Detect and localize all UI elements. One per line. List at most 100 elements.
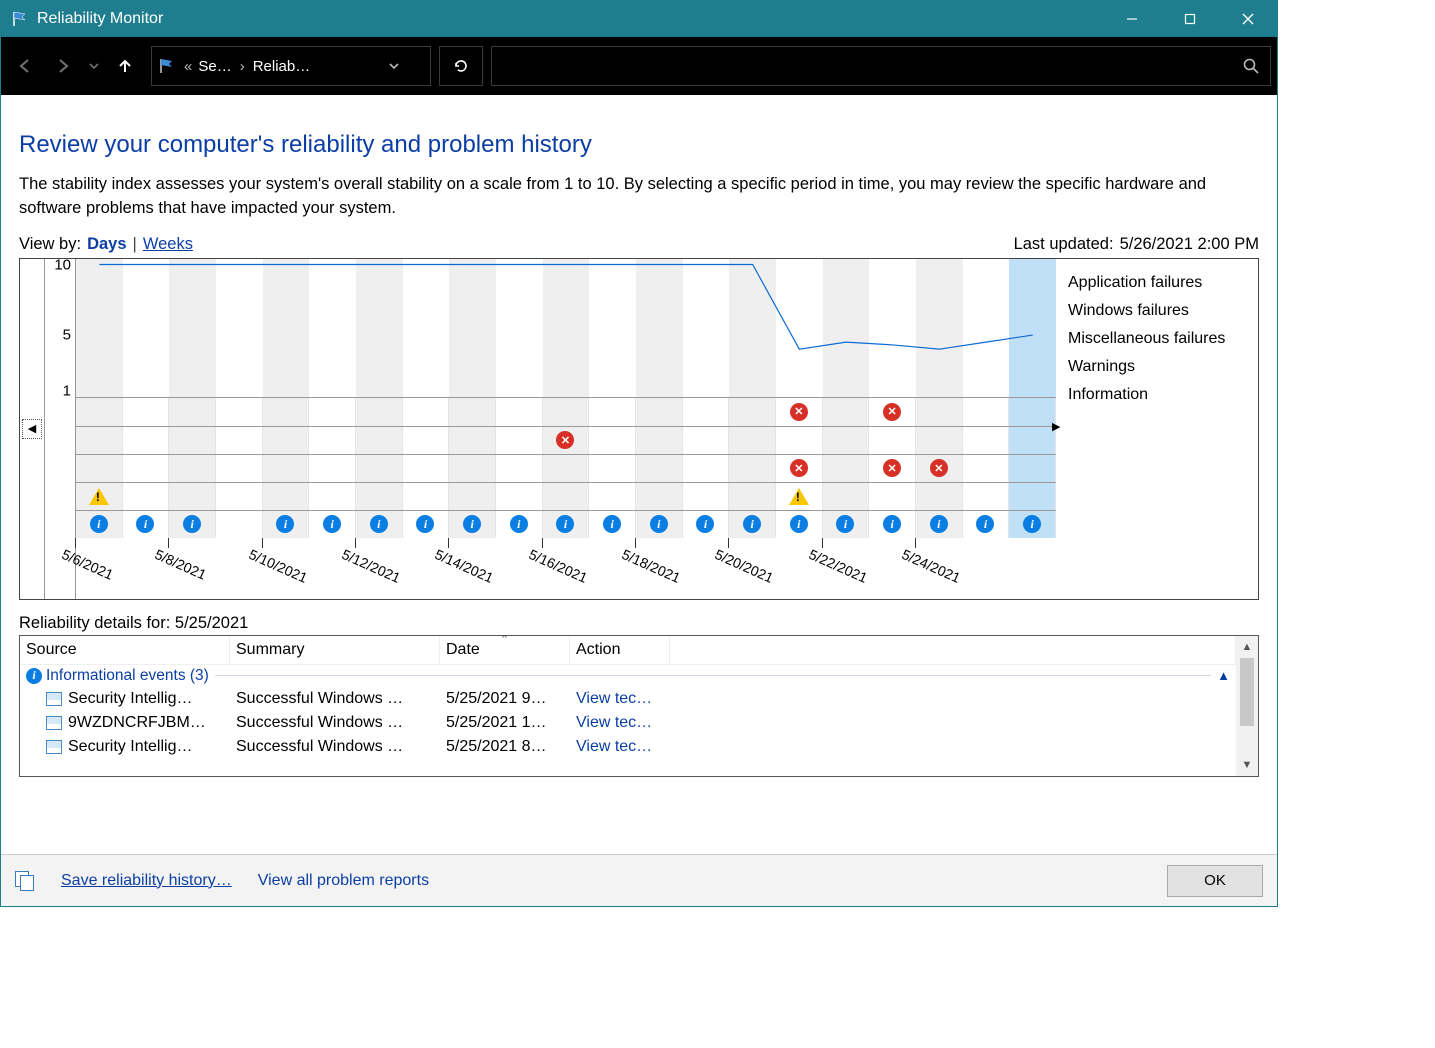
address-bar[interactable]: « Se… › Reliab… [151,46,431,86]
chart-cell[interactable] [216,398,263,426]
view-details-link[interactable]: View tec… [570,738,670,756]
chart-cell[interactable] [403,455,450,482]
chart-cell[interactable] [216,455,263,482]
chart-cell[interactable] [729,398,776,426]
scroll-thumb[interactable] [1240,658,1254,726]
column-header[interactable]: Summary [230,636,440,664]
chart-cell[interactable] [169,455,216,482]
chart-cell[interactable] [123,455,170,482]
chart-cell[interactable] [76,427,123,454]
chart-cell[interactable] [963,398,1010,426]
chart-cell[interactable] [1009,427,1056,454]
scrollbar[interactable]: ▲ ▼ [1236,636,1258,776]
chart-cell[interactable] [683,427,730,454]
chart-cell[interactable] [496,483,543,510]
chart-cell[interactable] [309,511,356,538]
chart-cell[interactable] [729,483,776,510]
scroll-right-button[interactable]: ▶ [1052,413,1060,441]
table-row[interactable]: Security Intellig…Successful Windows …5/… [20,687,1236,711]
column-header[interactable]: Date [440,636,570,664]
chart-cell[interactable] [776,483,823,510]
chart-cell[interactable] [776,511,823,538]
refresh-button[interactable] [439,46,483,86]
chart-cell[interactable] [263,398,310,426]
chart-cell[interactable] [309,398,356,426]
chart-cell[interactable] [169,427,216,454]
chart-cell[interactable] [1009,511,1056,538]
chart-cell[interactable] [216,427,263,454]
chart-cell[interactable] [309,455,356,482]
chart-cell[interactable] [869,483,916,510]
chart-cell[interactable] [729,511,776,538]
view-weeks-link[interactable]: Weeks [143,235,193,254]
view-details-link[interactable]: View tec… [570,690,670,708]
chart-cell[interactable] [169,398,216,426]
chart-cell[interactable] [309,427,356,454]
chart-cell[interactable] [496,511,543,538]
chart-cell[interactable] [356,427,403,454]
chart-cell[interactable] [76,398,123,426]
minimize-button[interactable] [1103,1,1161,37]
chart-cell[interactable] [589,427,636,454]
chart-cell[interactable] [963,483,1010,510]
chart-cell[interactable] [589,398,636,426]
chart-cell[interactable] [496,455,543,482]
chart-cell[interactable] [869,511,916,538]
chart-cell[interactable] [683,483,730,510]
chart-cell[interactable] [916,511,963,538]
chart-cell[interactable] [76,511,123,538]
up-button[interactable] [107,48,143,84]
chart-cell[interactable] [683,455,730,482]
chart-cell[interactable] [823,483,870,510]
chart-cell[interactable] [449,511,496,538]
search-input[interactable] [491,46,1271,86]
chart-cell[interactable] [496,427,543,454]
chart-cell[interactable] [543,511,590,538]
chart-cell[interactable] [123,511,170,538]
chart-cell[interactable] [543,455,590,482]
chart-cell[interactable] [449,483,496,510]
chart-body[interactable]: 5/6/20215/8/20215/10/20215/12/20215/14/2… [76,259,1056,599]
chart-cell[interactable] [636,483,683,510]
chart-cell[interactable] [216,483,263,510]
chart-cell[interactable] [169,511,216,538]
chart-cell[interactable] [683,511,730,538]
chart-cell[interactable] [403,427,450,454]
chart-cell[interactable] [636,427,683,454]
chart-cell[interactable] [1009,398,1056,426]
chart-cell[interactable] [356,455,403,482]
chart-cell[interactable] [76,483,123,510]
chart-cell[interactable] [76,455,123,482]
back-button[interactable] [7,48,43,84]
chart-cell[interactable] [963,455,1010,482]
scroll-down-icon[interactable]: ▼ [1236,754,1258,776]
chart-cell[interactable] [403,398,450,426]
chart-cell[interactable] [823,427,870,454]
chart-cell[interactable] [729,427,776,454]
chart-cell[interactable] [403,511,450,538]
chart-cell[interactable] [916,427,963,454]
group-header[interactable]: Informational events (3)▲ [20,665,1236,687]
chart-cell[interactable] [263,483,310,510]
chart-cell[interactable] [776,427,823,454]
chart-cell[interactable] [636,511,683,538]
chart-cell[interactable] [869,398,916,426]
chart-cell[interactable] [263,455,310,482]
chart-cell[interactable] [776,455,823,482]
chart-cell[interactable] [1009,455,1056,482]
chart-cell[interactable] [449,455,496,482]
chart-cell[interactable] [776,398,823,426]
chart-cell[interactable] [823,511,870,538]
close-button[interactable] [1219,1,1277,37]
chart-cell[interactable] [169,483,216,510]
chart-cell[interactable] [216,511,263,538]
chart-cell[interactable] [916,483,963,510]
forward-button[interactable] [45,48,81,84]
chart-cell[interactable] [963,511,1010,538]
chart-cell[interactable] [589,455,636,482]
chart-cell[interactable] [263,511,310,538]
view-details-link[interactable]: View tec… [570,714,670,732]
maximize-button[interactable] [1161,1,1219,37]
chart-cell[interactable] [636,398,683,426]
chart-cell[interactable] [543,427,590,454]
